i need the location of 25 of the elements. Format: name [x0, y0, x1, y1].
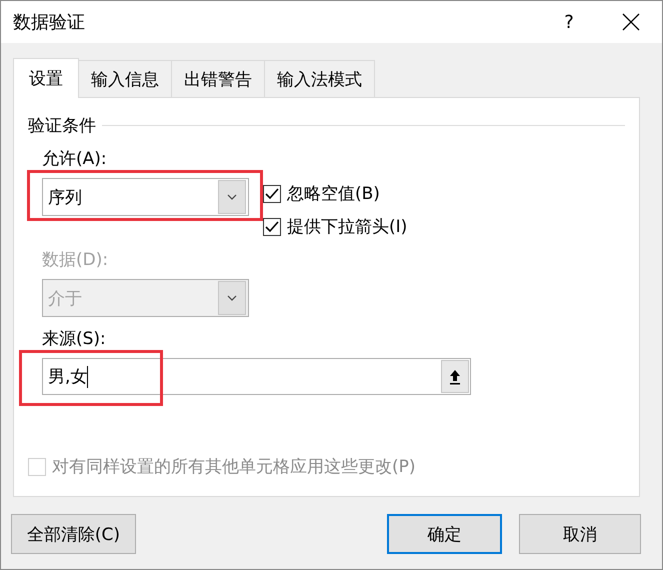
- checkbox[interactable]: [263, 184, 281, 202]
- checkbox[interactable]: [263, 218, 281, 236]
- field-label: 来源(S):: [42, 328, 106, 350]
- chevron-down-icon: [227, 194, 237, 200]
- source-field[interactable]: 男,女: [42, 358, 471, 395]
- tab[interactable]: 输入法模式: [264, 60, 375, 98]
- dialog-button[interactable]: 取消: [519, 514, 641, 554]
- section-title: 验证条件: [28, 115, 96, 137]
- help-button[interactable]: ?: [540, 12, 598, 32]
- dialog-button[interactable]: 全部清除(C): [11, 514, 136, 554]
- up-arrow-icon: [449, 368, 461, 384]
- collapse-button[interactable]: [441, 360, 469, 393]
- chevron-down-icon: [227, 295, 237, 301]
- dialog-button[interactable]: 确定: [387, 514, 502, 554]
- tab[interactable]: 设置: [13, 58, 79, 98]
- window-title: 数据验证: [13, 11, 86, 34]
- allow-dropdown[interactable]: 序列: [42, 178, 249, 216]
- checkbox-label: 忽略空值(B): [287, 183, 380, 205]
- checkmark-icon: [265, 188, 279, 200]
- checkbox-label: 对有同样设置的所有其他单元格应用这些更改(P): [52, 456, 416, 478]
- close-icon[interactable]: [622, 13, 640, 31]
- field-label: 允许(A):: [42, 148, 107, 170]
- field-label: 数据(D):: [42, 249, 108, 271]
- checkbox-label: 提供下拉箭头(I): [287, 216, 408, 238]
- checkmark-icon: [265, 220, 279, 232]
